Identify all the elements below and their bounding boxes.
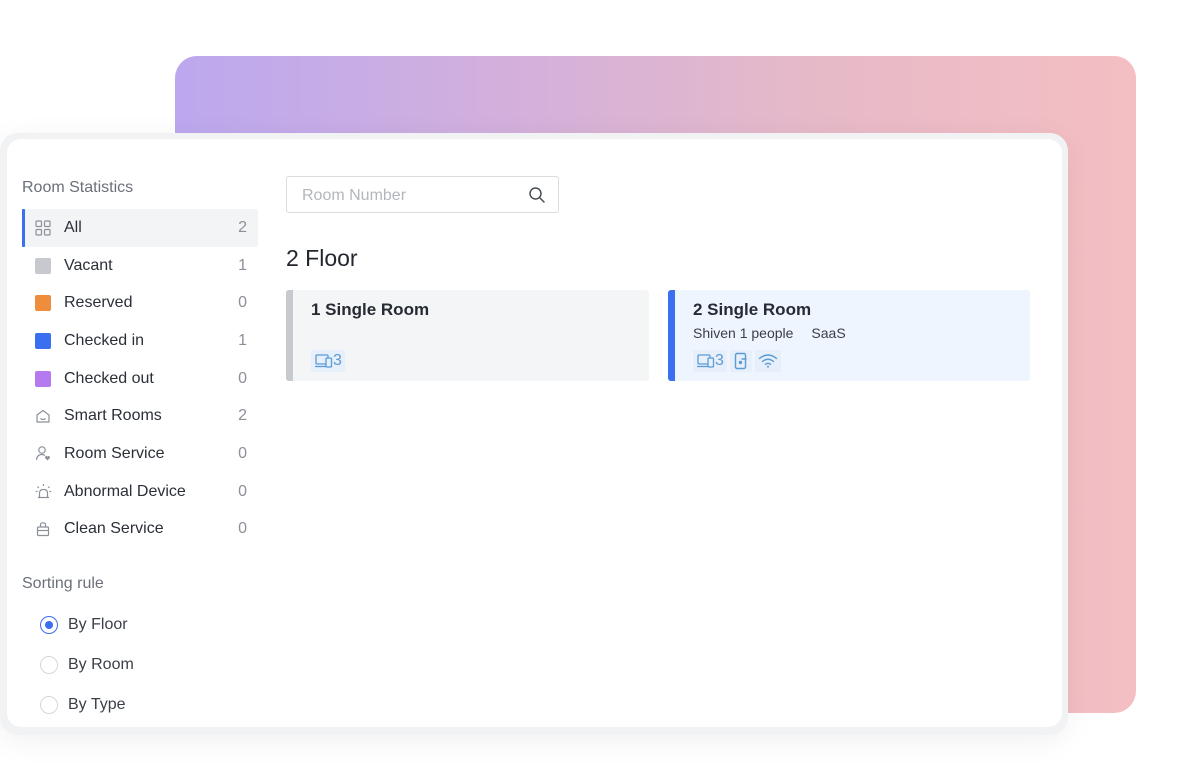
stat-item-reserved[interactable]: Reserved 0 [22, 284, 258, 322]
room-statistics-title: Room Statistics [22, 179, 134, 196]
stat-label: Smart Rooms [64, 407, 162, 425]
room-status-bar [286, 290, 293, 381]
radio-checked[interactable] [40, 616, 58, 634]
sorting-rule-options: By Floor By Room By Type [40, 605, 134, 725]
stat-item-clean-service[interactable]: Clean Service 0 [22, 511, 258, 549]
smart-home-icon [34, 407, 52, 425]
sort-by-room-option[interactable]: By Room [40, 645, 134, 685]
booking-source: SaaS [811, 325, 846, 341]
stat-item-checked-in[interactable]: Checked in 1 [22, 322, 258, 360]
radio-unchecked[interactable] [40, 656, 58, 674]
room-search-box [286, 176, 559, 214]
stat-item-abnormal-device[interactable]: Abnormal Device 0 [22, 473, 258, 511]
room-statistics-list: All 2 Vacant 1 Reserved 0 Checked in 1 C [22, 209, 258, 548]
stat-label: All [64, 218, 82, 236]
device-count: 3 [333, 352, 342, 369]
guest-info: Shiven 1 people [693, 325, 794, 341]
stat-item-smart-rooms[interactable]: Smart Rooms 2 [22, 397, 258, 435]
devices-icon [314, 353, 333, 369]
room-card-1[interactable]: 1 Single Room 3 [286, 290, 649, 381]
stat-label: Checked in [64, 331, 145, 349]
room-status-bar [668, 290, 675, 381]
stat-count: 2 [238, 407, 247, 425]
room-name: 2 Single Room [693, 300, 812, 319]
stat-label: Room Service [64, 444, 165, 462]
radio-label: By Floor [68, 616, 128, 633]
device-count-badge: 3 [693, 350, 727, 372]
room-guest-info: Shiven 1 people SaaS [693, 325, 846, 341]
alarm-light-icon [34, 483, 52, 501]
vacant-swatch-icon [35, 257, 51, 274]
stat-count: 0 [238, 369, 247, 387]
devices-icon [696, 353, 715, 369]
stat-label: Reserved [64, 294, 133, 312]
radio-label: By Room [68, 656, 134, 673]
stat-label: Abnormal Device [64, 482, 186, 500]
wifi-badge [754, 350, 781, 372]
stat-count: 0 [238, 444, 247, 462]
sort-by-type-option[interactable]: By Type [40, 685, 134, 725]
sorting-rule-title: Sorting rule [22, 575, 104, 592]
room-card-2[interactable]: 2 Single Room Shiven 1 people SaaS 3 [668, 290, 1030, 381]
checked-out-swatch-icon [35, 370, 51, 387]
device-count: 3 [715, 352, 724, 369]
room-device-icons: 3 [311, 350, 345, 372]
room-name: 1 Single Room [311, 300, 430, 319]
stat-count: 1 [238, 256, 247, 274]
sort-by-floor-option[interactable]: By Floor [40, 605, 134, 645]
wifi-icon [758, 353, 778, 369]
room-status-panel: Room Statistics All 2 Vacant 1 Reserved … [7, 139, 1062, 727]
checked-in-swatch-icon [35, 332, 51, 349]
door-lock-icon [733, 352, 749, 370]
room-device-icons: 3 [693, 350, 781, 372]
radio-unchecked[interactable] [40, 696, 58, 714]
cleaning-bag-icon [34, 520, 52, 538]
room-number-search-input[interactable] [300, 177, 524, 214]
grid-icon [34, 219, 52, 237]
user-service-icon [34, 445, 52, 463]
stat-item-all[interactable]: All 2 [22, 209, 258, 247]
radio-label: By Type [68, 696, 126, 713]
stat-count: 0 [238, 520, 247, 538]
door-lock-badge [729, 350, 752, 372]
search-icon[interactable] [528, 186, 546, 204]
floor-heading: 2 Floor [286, 245, 358, 271]
stat-item-room-service[interactable]: Room Service 0 [22, 435, 258, 473]
reserved-swatch-icon [35, 295, 51, 312]
stat-count: 0 [238, 294, 247, 312]
stat-count: 2 [238, 218, 247, 236]
stat-label: Checked out [64, 369, 154, 387]
stat-count: 1 [238, 331, 247, 349]
stat-count: 0 [238, 482, 247, 500]
stat-item-vacant[interactable]: Vacant 1 [22, 247, 258, 285]
device-count-badge: 3 [311, 350, 345, 372]
stat-label: Vacant [64, 256, 113, 274]
stat-item-checked-out[interactable]: Checked out 0 [22, 360, 258, 398]
stat-label: Clean Service [64, 520, 164, 538]
